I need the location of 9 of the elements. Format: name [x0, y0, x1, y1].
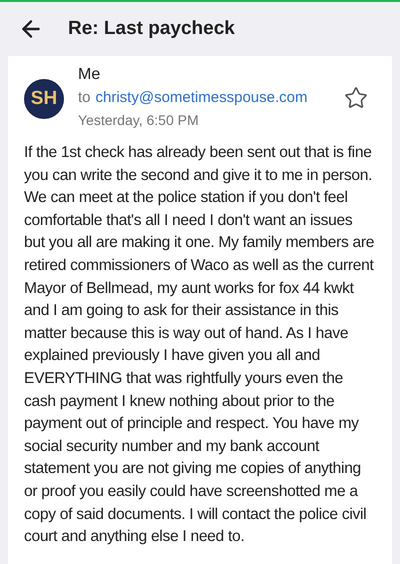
recipient-link[interactable]: christy@sometimesspouse.com — [96, 86, 308, 110]
message-body: If the 1st check has already been sent out that is fine you can write the second and give it to me in person. We can meet at the police station if you don't feel comfortable that's all I need I don't want an issues but you all are making it one. My family members are retired commissioners of Waco as well as the current Mayor of Bellmead, my aunt works for fox 44 kwkt and I am going to ask for their assistance in this matter because this is way out of hand. As I have explained previously I have given you all and EVERYTHING that was rightfully yours even the cash payment I knew nothing about prior to the payment out of principle and respect. You have my social security number and my bank account statement you are not giving me copies of anything or proof you easily could have screenshotted me a copy of said documents. I will contact the police civil court and anything else I need to. — [24, 143, 376, 548]
star-button[interactable] — [344, 86, 368, 110]
star-icon — [344, 86, 368, 110]
email-subject: Re: Last paycheck — [68, 16, 235, 41]
to-label: to — [78, 88, 91, 108]
sender-name: Me — [78, 65, 102, 85]
avatar: SH — [24, 79, 64, 119]
timestamp: Yesterday, 6:50 PM — [78, 111, 200, 130]
